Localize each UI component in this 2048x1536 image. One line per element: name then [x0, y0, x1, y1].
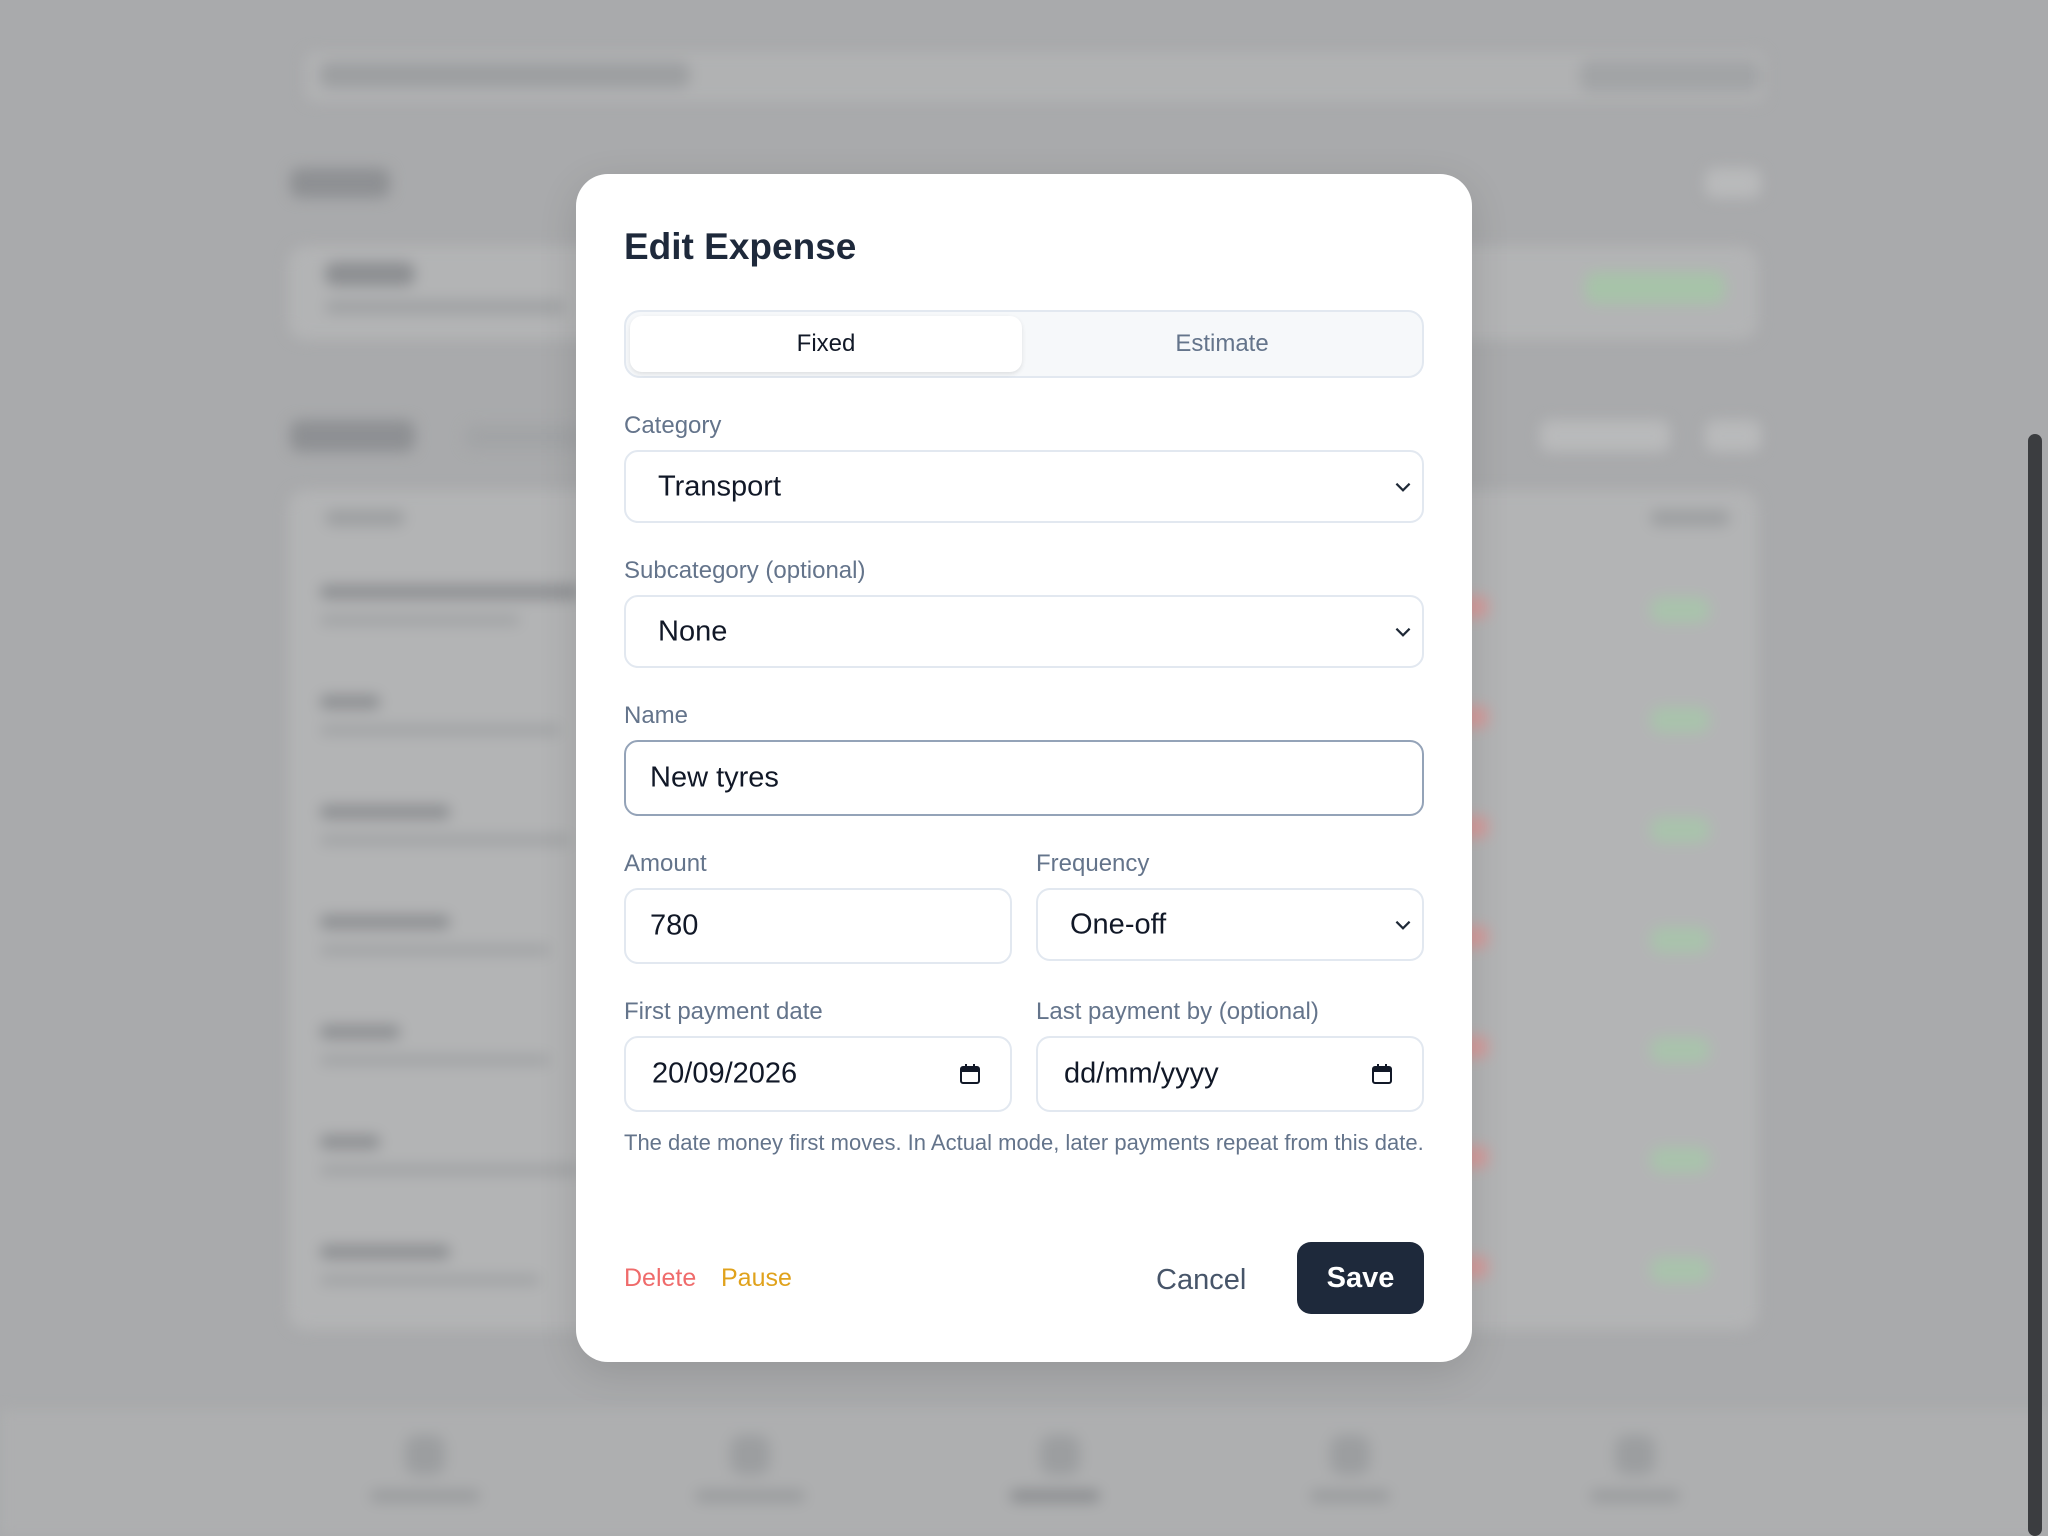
- bg-section-action: [1705, 168, 1761, 198]
- edit-expense-dialog: Edit Expense Fixed Estimate Category Tra…: [576, 174, 1472, 1362]
- subcategory-value: None: [658, 615, 728, 647]
- amount-value: 780: [650, 909, 699, 942]
- bg-add: [1705, 420, 1761, 452]
- amount-input[interactable]: 780: [624, 888, 1012, 964]
- bg-nav-icon: [1040, 1435, 1080, 1475]
- calendar-icon[interactable]: [958, 1062, 982, 1086]
- subcategory-select[interactable]: None: [624, 595, 1424, 668]
- bg-nav-icon: [730, 1435, 770, 1475]
- bg-list-row: [320, 1245, 620, 1309]
- bg-summary-title: [325, 262, 415, 286]
- bg-nav-label: [1310, 1490, 1390, 1502]
- bg-header-text: [320, 62, 690, 88]
- estimate-tab[interactable]: Estimate: [1026, 316, 1418, 372]
- bg-summary-sub: [325, 300, 565, 314]
- chevron-down-icon: [1395, 627, 1411, 637]
- bg-nav-label: [695, 1490, 805, 1502]
- bg-tab: [465, 425, 585, 449]
- bg-nav-label: [1010, 1490, 1100, 1502]
- dialog-title: Edit Expense: [624, 226, 857, 267]
- bg-status: [1650, 1147, 1710, 1173]
- bg-list-row: [320, 1025, 620, 1089]
- bg-list-row: [320, 1135, 620, 1199]
- pause-button[interactable]: Pause: [721, 1264, 792, 1293]
- bg-header-button: [1580, 60, 1760, 92]
- bg-nav-icon: [405, 1435, 445, 1475]
- category-select[interactable]: Transport: [624, 450, 1424, 523]
- bg-summary-badge: [1585, 272, 1725, 304]
- cancel-button[interactable]: Cancel: [1156, 1264, 1246, 1297]
- page-scrollbar[interactable]: [2028, 434, 2042, 1536]
- name-input[interactable]: New tyres: [624, 740, 1424, 816]
- save-button[interactable]: Save: [1297, 1242, 1424, 1314]
- bg-nav-icon: [1615, 1435, 1655, 1475]
- last-payment-placeholder: dd/mm/yyyy: [1064, 1057, 1219, 1090]
- bg-list-row: [320, 585, 620, 649]
- chevron-down-icon: [1395, 920, 1411, 930]
- bg-list-row: [320, 695, 620, 759]
- last-payment-label: Last payment by (optional): [1036, 998, 1319, 1025]
- last-payment-date-input[interactable]: dd/mm/yyyy: [1036, 1036, 1424, 1112]
- bg-nav-label: [370, 1490, 480, 1502]
- date-hint-text: The date money first moves. In Actual mo…: [624, 1130, 1424, 1155]
- bg-status: [1650, 707, 1710, 733]
- bg-status: [1650, 597, 1710, 623]
- first-payment-label: First payment date: [624, 998, 823, 1025]
- subcategory-label: Subcategory (optional): [624, 557, 866, 584]
- bg-bottom-nav: [0, 1410, 2048, 1536]
- bg-filter: [1540, 420, 1670, 452]
- bg-list-row: [320, 805, 620, 869]
- name-value: New tyres: [650, 761, 779, 794]
- bg-status: [1650, 1037, 1710, 1063]
- frequency-label: Frequency: [1036, 850, 1150, 877]
- bg-col-header-2: [1650, 510, 1730, 526]
- bg-tab-active: [290, 420, 415, 452]
- first-payment-date-input[interactable]: 20/09/2026: [624, 1036, 1012, 1112]
- bg-section-title: [290, 168, 390, 198]
- bg-status: [1650, 927, 1710, 953]
- bg-nav-label: [1590, 1490, 1680, 1502]
- amount-label: Amount: [624, 850, 707, 877]
- first-payment-value: 20/09/2026: [652, 1057, 798, 1090]
- category-label: Category: [624, 412, 722, 439]
- bg-list-row: [320, 915, 620, 979]
- frequency-select[interactable]: One-off: [1036, 888, 1424, 961]
- delete-button[interactable]: Delete: [624, 1264, 696, 1293]
- expense-type-toggle: Fixed Estimate: [624, 310, 1424, 378]
- fixed-tab[interactable]: Fixed: [630, 316, 1022, 372]
- bg-col-header: [325, 510, 405, 526]
- chevron-down-icon: [1395, 482, 1411, 492]
- category-value: Transport: [658, 470, 782, 502]
- bg-nav-icon: [1330, 1435, 1370, 1475]
- bg-status: [1650, 1257, 1710, 1283]
- frequency-value: One-off: [1070, 908, 1167, 940]
- calendar-icon[interactable]: [1370, 1062, 1394, 1086]
- name-label: Name: [624, 702, 689, 729]
- bg-status: [1650, 817, 1710, 843]
